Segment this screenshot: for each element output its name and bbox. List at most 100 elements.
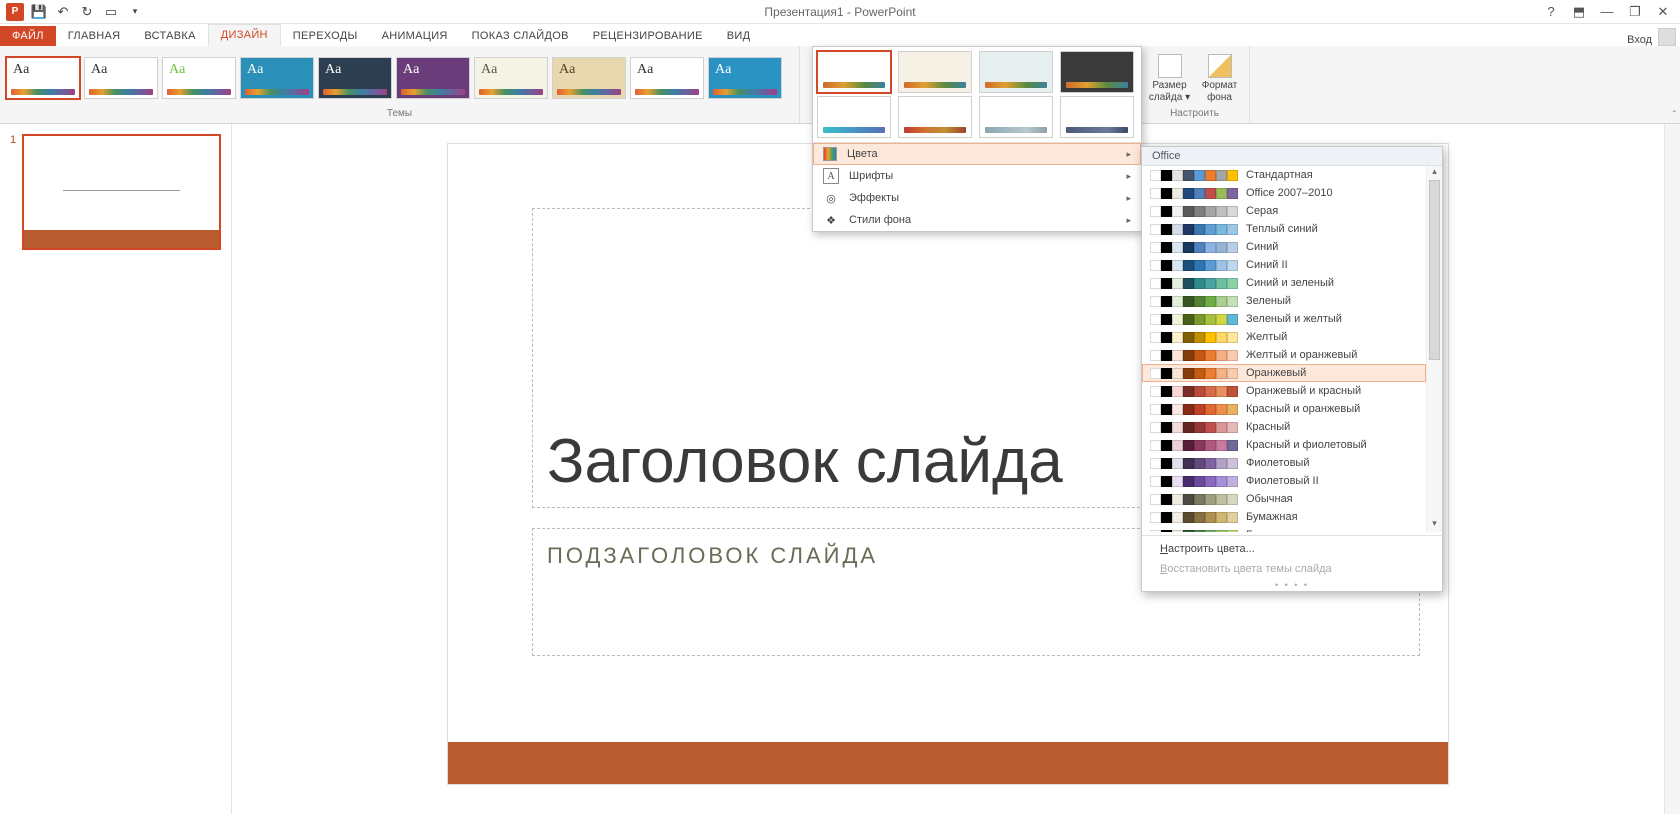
color-scheme-label: Стандартная xyxy=(1246,169,1313,181)
color-scheme-row[interactable]: Зеленый xyxy=(1142,292,1426,310)
swatch-strip xyxy=(1150,458,1238,469)
tab-slideshow[interactable]: ПОКАЗ СЛАЙДОВ xyxy=(460,26,581,46)
color-scheme-row[interactable]: Фиолетовый II xyxy=(1142,472,1426,490)
resize-grip-icon[interactable]: • • • • xyxy=(1142,579,1442,591)
fonts-icon: A xyxy=(823,168,839,184)
scroll-up-icon[interactable]: ▴ xyxy=(1427,166,1442,180)
menu-item-fonts[interactable]: A Шрифты ▸ xyxy=(813,165,1141,187)
color-scheme-row[interactable]: Оранжевый xyxy=(1142,364,1426,382)
colors-flyout-header: Office xyxy=(1142,147,1442,166)
vertical-scrollbar[interactable] xyxy=(1664,124,1680,814)
theme-thumb[interactable]: Aa xyxy=(552,57,626,99)
format-background-button[interactable]: Формат фона xyxy=(1197,52,1243,104)
swatch-strip xyxy=(1150,296,1238,307)
group-customize: Размер слайда ▾ Формат фона Настроить xyxy=(1140,46,1250,123)
color-scheme-label: Бегущая строка xyxy=(1246,529,1327,532)
color-scheme-row[interactable]: Бегущая строка xyxy=(1142,526,1426,532)
color-scheme-row[interactable]: Стандартная xyxy=(1142,166,1426,184)
swatch-strip xyxy=(1150,260,1238,271)
variant-thumb[interactable] xyxy=(898,51,972,93)
title-bar: P 💾 ↶ ↻ ▭ ▾ Презентация1 - PowerPoint ? … xyxy=(0,0,1680,24)
theme-thumb[interactable]: Aa xyxy=(6,57,80,99)
color-scheme-label: Зеленый и желтый xyxy=(1246,313,1342,325)
tab-animations[interactable]: АНИМАЦИЯ xyxy=(370,26,460,46)
color-scheme-label: Красный и фиолетовый xyxy=(1246,439,1367,451)
color-scheme-row[interactable]: Серая xyxy=(1142,202,1426,220)
sign-in-link[interactable]: Вход xyxy=(1627,34,1652,46)
theme-thumb[interactable]: Aa xyxy=(396,57,470,99)
color-scheme-row[interactable]: Красный xyxy=(1142,418,1426,436)
slide-size-button[interactable]: Размер слайда ▾ xyxy=(1147,52,1193,104)
swatch-strip xyxy=(1150,206,1238,217)
close-icon[interactable]: ✕ xyxy=(1650,2,1676,22)
format-bg-icon xyxy=(1208,54,1232,78)
swatch-strip xyxy=(1150,404,1238,415)
color-scheme-row[interactable]: Красный и фиолетовый xyxy=(1142,436,1426,454)
qat-customize-icon[interactable]: ▾ xyxy=(124,1,146,23)
help-icon[interactable]: ? xyxy=(1538,2,1564,22)
color-scheme-label: Синий xyxy=(1246,241,1278,253)
variant-thumb[interactable] xyxy=(1060,51,1134,93)
scroll-thumb[interactable] xyxy=(1429,180,1440,360)
color-scheme-label: Желтый xyxy=(1246,331,1287,343)
customize-colors-command[interactable]: Настроить цвета... xyxy=(1142,539,1442,559)
flyout-scrollbar[interactable]: ▴ ▾ xyxy=(1426,166,1442,532)
theme-thumb[interactable]: Aa xyxy=(240,57,314,99)
variant-thumb[interactable] xyxy=(979,96,1053,138)
minimize-icon[interactable]: — xyxy=(1594,2,1620,22)
redo-icon[interactable]: ↻ xyxy=(76,1,98,23)
tab-file[interactable]: ФАЙЛ xyxy=(0,26,56,46)
tab-view[interactable]: ВИД xyxy=(715,26,763,46)
color-scheme-row[interactable]: Зеленый и желтый xyxy=(1142,310,1426,328)
color-scheme-row[interactable]: Синий II xyxy=(1142,256,1426,274)
color-scheme-row[interactable]: Фиолетовый xyxy=(1142,454,1426,472)
theme-thumb[interactable]: Aa xyxy=(708,57,782,99)
menu-item-colors[interactable]: Цвета ▸ xyxy=(813,143,1141,165)
tab-design[interactable]: ДИЗАЙН xyxy=(208,24,281,46)
variant-thumb[interactable] xyxy=(817,96,891,138)
swatch-strip xyxy=(1150,350,1238,361)
color-scheme-row[interactable]: Желтый xyxy=(1142,328,1426,346)
swatch-strip xyxy=(1150,494,1238,505)
theme-thumb[interactable]: Aa xyxy=(162,57,236,99)
colors-icon xyxy=(823,147,837,161)
color-scheme-row[interactable]: Красный и оранжевый xyxy=(1142,400,1426,418)
scroll-down-icon[interactable]: ▾ xyxy=(1427,518,1442,532)
theme-thumb[interactable]: Aa xyxy=(84,57,158,99)
avatar-icon[interactable] xyxy=(1658,28,1676,46)
variant-thumb[interactable] xyxy=(1060,96,1134,138)
variant-thumb[interactable] xyxy=(979,51,1053,93)
ribbon-display-icon[interactable]: ⬒ xyxy=(1566,2,1592,22)
color-scheme-row[interactable]: Office 2007–2010 xyxy=(1142,184,1426,202)
color-scheme-row[interactable]: Обычная xyxy=(1142,490,1426,508)
color-scheme-row[interactable]: Оранжевый и красный xyxy=(1142,382,1426,400)
variant-thumb[interactable] xyxy=(817,51,891,93)
color-scheme-row[interactable]: Синий и зеленый xyxy=(1142,274,1426,292)
color-scheme-row[interactable]: Синий xyxy=(1142,238,1426,256)
color-scheme-label: Серая xyxy=(1246,205,1278,217)
restore-icon[interactable]: ❐ xyxy=(1622,2,1648,22)
color-scheme-row[interactable]: Желтый и оранжевый xyxy=(1142,346,1426,364)
swatch-strip xyxy=(1150,242,1238,253)
menu-item-effects[interactable]: ◎ Эффекты ▸ xyxy=(813,187,1141,209)
slide-size-icon xyxy=(1158,54,1182,78)
save-icon[interactable]: 💾 xyxy=(28,1,50,23)
slide-thumbnail[interactable] xyxy=(22,134,221,250)
tab-transitions[interactable]: ПЕРЕХОДЫ xyxy=(281,26,370,46)
menu-item-bg-styles[interactable]: ❖ Стили фона ▸ xyxy=(813,209,1141,231)
theme-thumb[interactable]: Aa xyxy=(474,57,548,99)
undo-icon[interactable]: ↶ xyxy=(52,1,74,23)
variant-thumb[interactable] xyxy=(898,96,972,138)
color-scheme-row[interactable]: Теплый синий xyxy=(1142,220,1426,238)
collapse-ribbon-icon[interactable]: ˆ xyxy=(1673,110,1676,121)
tab-insert[interactable]: ВСТАВКА xyxy=(132,26,207,46)
quick-access-toolbar: P 💾 ↶ ↻ ▭ ▾ xyxy=(0,1,146,23)
start-slideshow-icon[interactable]: ▭ xyxy=(100,1,122,23)
slide-number: 1 xyxy=(10,134,16,250)
color-scheme-row[interactable]: Бумажная xyxy=(1142,508,1426,526)
theme-thumb[interactable]: Aa xyxy=(630,57,704,99)
theme-thumb[interactable]: Aa xyxy=(318,57,392,99)
tab-home[interactable]: ГЛАВНАЯ xyxy=(56,26,133,46)
color-scheme-label: Оранжевый и красный xyxy=(1246,385,1361,397)
tab-review[interactable]: РЕЦЕНЗИРОВАНИЕ xyxy=(581,26,715,46)
